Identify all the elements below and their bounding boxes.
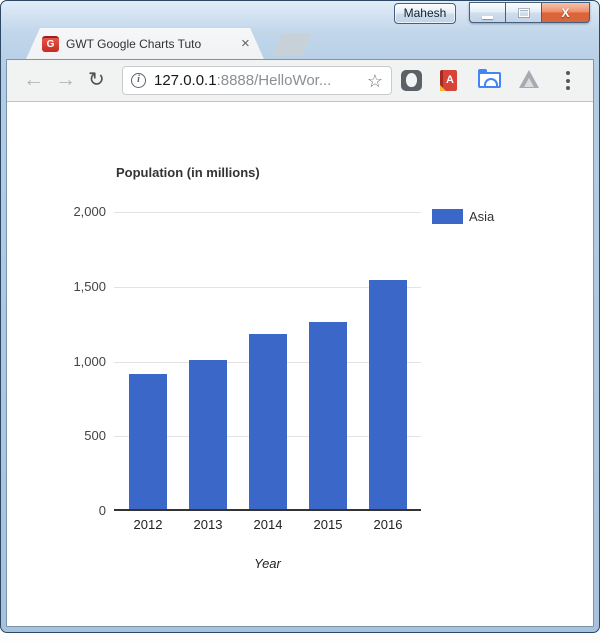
profile-button[interactable]: Mahesh — [394, 3, 456, 24]
chrome-menu-icon[interactable] — [564, 69, 572, 92]
forward-icon[interactable]: → — [55, 66, 76, 94]
back-icon[interactable]: ← — [23, 66, 44, 94]
dictionary-extension-icon[interactable]: A — [440, 70, 457, 91]
window-controls: X — [470, 2, 590, 23]
page-content: Population (in millions) Asia Year 0 500 1… — [7, 102, 593, 626]
page-info-icon[interactable]: i — [131, 73, 146, 88]
bar-chart: Population (in millions) Asia Year 0 500 1… — [7, 102, 593, 626]
legend-label: Asia — [469, 209, 494, 224]
google-drive-icon[interactable] — [519, 70, 539, 88]
shield-extension-icon[interactable] — [401, 70, 422, 91]
browser-toolbar: ← → ↻ i 127.0.0.1:8888/HelloWor... ☆ A — [7, 60, 593, 102]
browser-tab[interactable]: G GWT Google Charts Tuto × — [26, 28, 264, 59]
minimize-button[interactable] — [469, 2, 506, 23]
x-axis-tick: 2014 — [238, 517, 298, 532]
x-axis-title: Year — [114, 556, 421, 571]
x-axis-tick: 2013 — [178, 517, 238, 532]
screenshot-extension-icon[interactable] — [478, 72, 501, 88]
address-bar[interactable]: i 127.0.0.1:8888/HelloWor... ☆ — [122, 66, 392, 95]
tab-close-icon[interactable]: × — [241, 36, 250, 51]
gridline — [114, 212, 421, 213]
maximize-icon — [519, 9, 529, 17]
browser-window: Mahesh X G GWT Google Charts Tuto × ← → … — [0, 0, 600, 633]
y-axis-tick: 2,000 — [36, 204, 106, 219]
plot-area — [114, 212, 421, 511]
x-axis-tick: 2016 — [358, 517, 418, 532]
url-text[interactable]: 127.0.0.1:8888/HelloWor... — [154, 72, 367, 89]
reload-icon[interactable]: ↻ — [88, 66, 105, 94]
url-host: 127.0.0.1 — [154, 72, 217, 89]
bookmark-star-icon[interactable]: ☆ — [367, 72, 383, 90]
legend-swatch — [432, 209, 463, 224]
chart-title: Population (in millions) — [116, 165, 260, 180]
bar-2016[interactable] — [369, 280, 407, 509]
bar-2013[interactable] — [189, 360, 227, 510]
bar-2015[interactable] — [309, 322, 347, 509]
close-x-icon: X — [561, 7, 569, 19]
close-button[interactable]: X — [541, 2, 590, 23]
new-tab-button[interactable] — [272, 34, 312, 56]
y-axis-tick: 0 — [36, 503, 106, 518]
gwt-logo-favicon-icon: G — [42, 36, 59, 52]
bar-2012[interactable] — [129, 374, 167, 509]
y-axis-tick: 1,000 — [36, 354, 106, 369]
bar-2014[interactable] — [249, 334, 287, 509]
tab-title: GWT Google Charts Tuto — [66, 37, 234, 51]
window-body: ← → ↻ i 127.0.0.1:8888/HelloWor... ☆ A P… — [6, 59, 594, 627]
minimize-icon — [482, 16, 493, 19]
url-path: :8888/HelloWor... — [217, 72, 332, 89]
y-axis-tick: 500 — [36, 428, 106, 443]
x-axis-tick: 2015 — [298, 517, 358, 532]
y-axis-tick: 1,500 — [36, 279, 106, 294]
x-axis-tick: 2012 — [118, 517, 178, 532]
maximize-button[interactable] — [505, 2, 542, 23]
